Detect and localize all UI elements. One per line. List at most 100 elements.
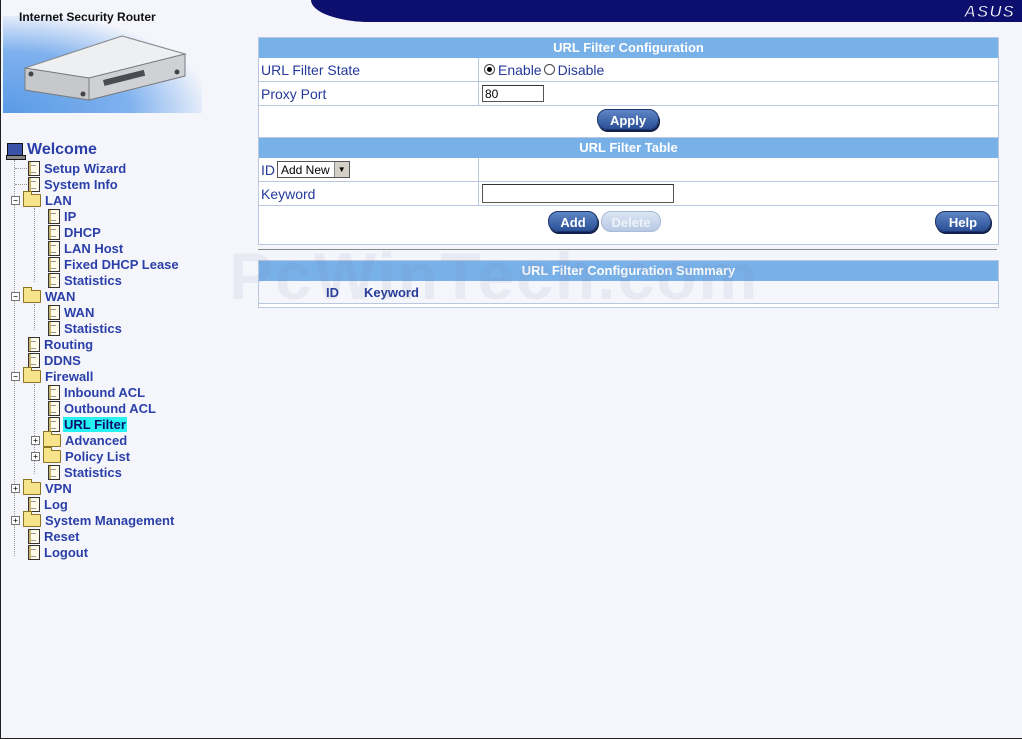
sidebar-item-lan-statistics[interactable]: Statistics (35, 272, 123, 288)
apply-button[interactable]: Apply (597, 109, 659, 130)
add-button[interactable]: Add (548, 211, 598, 232)
id-label: ID (261, 161, 275, 178)
sidebar-item-fixed-dhcp-lease[interactable]: Fixed DHCP Lease (35, 256, 180, 272)
expand-icon[interactable]: + (11, 515, 20, 525)
sidebar-item-label: Setup Wizard (44, 160, 127, 176)
url-filter-state-row: URL Filter State Enable Disable (259, 58, 998, 82)
sidebar-item-wan-settings[interactable]: WAN (35, 304, 95, 320)
sidebar-item-label: Fixed DHCP Lease (64, 256, 179, 272)
sidebar-item-label: Routing (44, 336, 94, 352)
summary-column-keyword: Keyword (364, 284, 419, 300)
sidebar-item-welcome[interactable]: Welcome (6, 141, 97, 160)
sidebar-item-label: URL Filter (63, 416, 127, 432)
open-folder-icon (23, 190, 41, 207)
sidebar-item-label: Statistics (64, 320, 122, 336)
sidebar-item-firewall[interactable]: − Firewall (11, 366, 94, 384)
sidebar-item-wan-statistics[interactable]: Statistics (35, 320, 123, 336)
expand-icon[interactable]: + (11, 483, 20, 493)
collapse-icon[interactable]: − (11, 195, 20, 205)
sidebar-welcome-label: Welcome (27, 141, 97, 158)
document-icon (28, 176, 40, 192)
document-icon (48, 240, 60, 256)
id-select[interactable]: Add New ▼ (277, 161, 350, 178)
sidebar-item-logout[interactable]: Logout (15, 544, 89, 560)
sidebar-item-lan-host[interactable]: LAN Host (35, 240, 124, 256)
sidebar-item-label: IP (64, 208, 77, 224)
brand-logo: ASUS (963, 2, 1015, 22)
sidebar-item-label: DHCP (64, 224, 101, 240)
sidebar-item-routing[interactable]: Routing (15, 336, 94, 352)
sidebar-item-policy-list[interactable]: + Policy List (31, 446, 131, 464)
sidebar-item-wan[interactable]: − WAN (11, 286, 76, 304)
summary-column-id: ID (326, 284, 339, 300)
sidebar-item-label: Log (44, 496, 68, 512)
document-icon (28, 544, 40, 560)
url-filter-state-label: URL Filter State (259, 58, 479, 81)
sidebar-item-lan[interactable]: − LAN (11, 190, 73, 208)
sidebar-item-label: VPN (45, 480, 72, 496)
folder-icon (23, 510, 41, 527)
sidebar-item-label: LAN (45, 192, 72, 208)
keyword-label: Keyword (259, 182, 479, 205)
document-icon (48, 224, 60, 240)
sidebar-item-dhcp[interactable]: DHCP (35, 224, 102, 240)
sidebar-item-label: Policy List (65, 448, 131, 464)
disable-radio[interactable] (543, 64, 555, 75)
document-icon (28, 496, 40, 512)
folder-icon (23, 478, 41, 495)
summary-header-row: ID Keyword (259, 281, 998, 304)
sidebar-item-label: Statistics (64, 272, 122, 288)
sidebar-item-label: DDNS (44, 352, 81, 368)
sidebar-item-system-management[interactable]: + System Management (11, 510, 175, 528)
open-folder-icon (23, 286, 41, 303)
enable-radio[interactable] (484, 64, 495, 75)
document-icon (48, 320, 60, 336)
sidebar-item-label: System Management (45, 512, 175, 528)
document-icon (48, 256, 60, 272)
proxy-port-input[interactable]: 80 (482, 85, 544, 102)
collapse-icon[interactable]: − (11, 371, 20, 381)
document-icon (48, 384, 60, 400)
config-section-title: URL Filter Configuration (259, 38, 998, 58)
sidebar-item-label: Advanced (65, 432, 128, 448)
sidebar-item-vpn[interactable]: + VPN (11, 478, 73, 496)
document-icon (48, 400, 60, 416)
document-icon (28, 160, 40, 176)
sidebar-item-inbound-acl[interactable]: Inbound ACL (35, 384, 146, 400)
sidebar-item-label: Logout (44, 544, 89, 560)
sidebar-item-label: Inbound ACL (64, 384, 146, 400)
document-icon (48, 208, 60, 224)
sidebar-item-label: WAN (64, 304, 95, 320)
document-icon (48, 464, 60, 480)
proxy-port-label: Proxy Port (259, 82, 479, 105)
table-section-title: URL Filter Table (259, 138, 998, 158)
document-icon (48, 272, 60, 288)
sidebar-item-label: Reset (44, 528, 80, 544)
enable-radio-label: Enable (498, 61, 542, 78)
help-button[interactable]: Help (935, 211, 991, 232)
expand-icon[interactable]: + (31, 451, 40, 461)
sidebar-item-outbound-acl[interactable]: Outbound ACL (35, 400, 157, 416)
sidebar-item-ip[interactable]: IP (35, 208, 77, 224)
product-banner: Internet Security Router (3, 2, 202, 113)
document-icon (48, 416, 60, 432)
sidebar-item-label: Firewall (45, 368, 94, 384)
sidebar-item-firewall-statistics[interactable]: Statistics (35, 464, 123, 480)
collapse-icon[interactable]: − (11, 291, 20, 301)
keyword-input[interactable] (482, 184, 674, 203)
document-icon (48, 304, 60, 320)
sidebar-item-label: Outbound ACL (64, 400, 156, 416)
computer-icon (6, 143, 26, 160)
expand-icon[interactable]: + (31, 435, 40, 445)
summary-section-title: URL Filter Configuration Summary (259, 261, 998, 281)
document-icon (28, 352, 40, 368)
sidebar-item-setup-wizard[interactable]: Setup Wizard (15, 160, 127, 176)
open-folder-icon (23, 366, 41, 383)
id-select-value: Add New (281, 162, 330, 177)
document-icon (28, 528, 40, 544)
document-icon (28, 336, 40, 352)
sidebar-item-reset[interactable]: Reset (15, 528, 80, 544)
sidebar-item-label: Statistics (64, 464, 122, 480)
dropdown-arrow-icon: ▼ (333, 162, 349, 177)
summary-panel: URL Filter Configuration Summary ID Keyw… (258, 260, 999, 308)
